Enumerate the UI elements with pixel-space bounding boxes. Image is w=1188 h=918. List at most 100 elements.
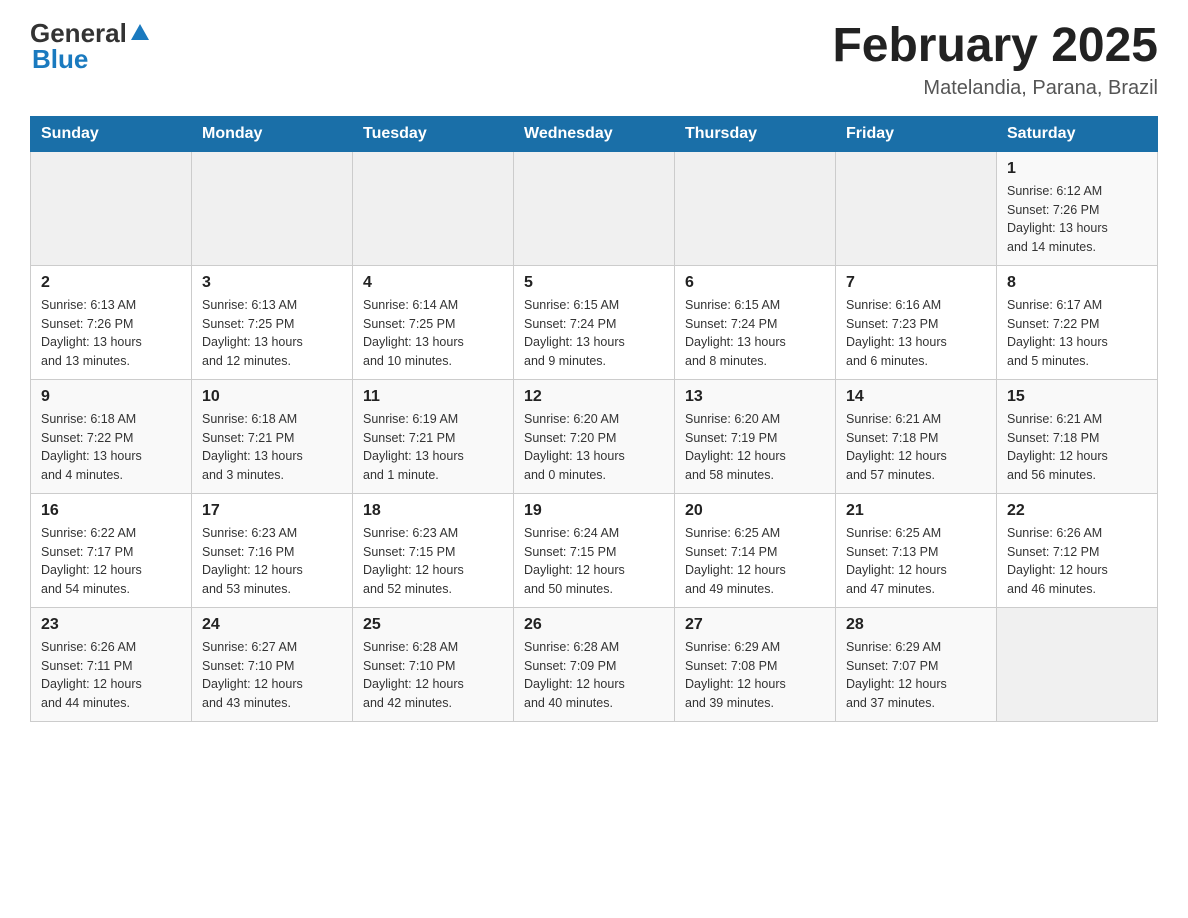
month-title: February 2025 <box>832 20 1158 73</box>
day-number: 14 <box>846 388 986 406</box>
day-number: 28 <box>846 616 986 634</box>
day-number: 21 <box>846 502 986 520</box>
day-info: Sunrise: 6:15 AM Sunset: 7:24 PM Dayligh… <box>685 296 825 371</box>
day-info: Sunrise: 6:13 AM Sunset: 7:25 PM Dayligh… <box>202 296 342 371</box>
day-number: 20 <box>685 502 825 520</box>
logo-triangle-icon <box>129 22 151 44</box>
calendar-cell <box>192 151 353 265</box>
day-info: Sunrise: 6:25 AM Sunset: 7:14 PM Dayligh… <box>685 524 825 599</box>
calendar-cell: 25 Sunrise: 6:28 AM Sunset: 7:10 PM Dayli… <box>353 607 514 721</box>
calendar-cell <box>31 151 192 265</box>
day-number: 6 <box>685 274 825 292</box>
day-info: Sunrise: 6:20 AM Sunset: 7:19 PM Dayligh… <box>685 410 825 485</box>
day-number: 13 <box>685 388 825 406</box>
header-tuesday: Tuesday <box>353 116 514 151</box>
header-sunday: Sunday <box>31 116 192 151</box>
logo-general-text: General <box>30 20 127 46</box>
calendar-cell <box>997 607 1158 721</box>
day-number: 18 <box>363 502 503 520</box>
day-number: 2 <box>41 274 181 292</box>
day-info: Sunrise: 6:18 AM Sunset: 7:22 PM Dayligh… <box>41 410 181 485</box>
calendar-week-row: 1 Sunrise: 6:12 AM Sunset: 7:26 PM Daylig… <box>31 151 1158 265</box>
calendar-cell: 26 Sunrise: 6:28 AM Sunset: 7:09 PM Dayli… <box>514 607 675 721</box>
calendar-cell: 22 Sunrise: 6:26 AM Sunset: 7:12 PM Dayli… <box>997 493 1158 607</box>
day-info: Sunrise: 6:23 AM Sunset: 7:16 PM Dayligh… <box>202 524 342 599</box>
calendar-cell: 3Sunrise: 6:13 AM Sunset: 7:25 PM Daylig… <box>192 265 353 379</box>
day-info: Sunrise: 6:18 AM Sunset: 7:21 PM Dayligh… <box>202 410 342 485</box>
header-monday: Monday <box>192 116 353 151</box>
calendar-cell: 19 Sunrise: 6:24 AM Sunset: 7:15 PM Dayli… <box>514 493 675 607</box>
logo-blue-text: Blue <box>32 46 88 72</box>
day-number: 4 <box>363 274 503 292</box>
day-number: 11 <box>363 388 503 406</box>
calendar-cell: 8 Sunrise: 6:17 AM Sunset: 7:22 PM Daylig… <box>997 265 1158 379</box>
day-number: 16 <box>41 502 181 520</box>
day-info: Sunrise: 6:27 AM Sunset: 7:10 PM Dayligh… <box>202 638 342 713</box>
day-number: 19 <box>524 502 664 520</box>
day-number: 27 <box>685 616 825 634</box>
day-info: Sunrise: 6:25 AM Sunset: 7:13 PM Dayligh… <box>846 524 986 599</box>
calendar-cell: 7 Sunrise: 6:16 AM Sunset: 7:23 PM Daylig… <box>836 265 997 379</box>
day-info: Sunrise: 6:20 AM Sunset: 7:20 PM Dayligh… <box>524 410 664 485</box>
logo: General Blue <box>30 20 153 72</box>
day-info: Sunrise: 6:14 AM Sunset: 7:25 PM Dayligh… <box>363 296 503 371</box>
calendar-cell: 11 Sunrise: 6:19 AM Sunset: 7:21 PM Dayli… <box>353 379 514 493</box>
calendar-cell <box>836 151 997 265</box>
day-number: 25 <box>363 616 503 634</box>
day-info: Sunrise: 6:29 AM Sunset: 7:08 PM Dayligh… <box>685 638 825 713</box>
day-number: 24 <box>202 616 342 634</box>
calendar-week-row: 16 Sunrise: 6:22 AM Sunset: 7:17 PM Dayli… <box>31 493 1158 607</box>
day-number: 10 <box>202 388 342 406</box>
day-number: 15 <box>1007 388 1147 406</box>
calendar-cell: 24 Sunrise: 6:27 AM Sunset: 7:10 PM Dayli… <box>192 607 353 721</box>
day-info: Sunrise: 6:28 AM Sunset: 7:10 PM Dayligh… <box>363 638 503 713</box>
calendar-cell: 9 Sunrise: 6:18 AM Sunset: 7:22 PM Daylig… <box>31 379 192 493</box>
calendar-cell: 16 Sunrise: 6:22 AM Sunset: 7:17 PM Dayli… <box>31 493 192 607</box>
calendar-cell: 4 Sunrise: 6:14 AM Sunset: 7:25 PM Daylig… <box>353 265 514 379</box>
day-info: Sunrise: 6:21 AM Sunset: 7:18 PM Dayligh… <box>1007 410 1147 485</box>
day-info: Sunrise: 6:22 AM Sunset: 7:17 PM Dayligh… <box>41 524 181 599</box>
day-number: 7 <box>846 274 986 292</box>
header-thursday: Thursday <box>675 116 836 151</box>
day-number: 12 <box>524 388 664 406</box>
day-info: Sunrise: 6:13 AM Sunset: 7:26 PM Dayligh… <box>41 296 181 371</box>
day-info: Sunrise: 6:19 AM Sunset: 7:21 PM Dayligh… <box>363 410 503 485</box>
header-wednesday: Wednesday <box>514 116 675 151</box>
header-friday: Friday <box>836 116 997 151</box>
day-info: Sunrise: 6:16 AM Sunset: 7:23 PM Dayligh… <box>846 296 986 371</box>
calendar-cell: 17 Sunrise: 6:23 AM Sunset: 7:16 PM Dayli… <box>192 493 353 607</box>
day-number: 8 <box>1007 274 1147 292</box>
location-text: Matelandia, Parana, Brazil <box>832 77 1158 100</box>
calendar-cell <box>514 151 675 265</box>
calendar-cell: 2 Sunrise: 6:13 AM Sunset: 7:26 PM Daylig… <box>31 265 192 379</box>
calendar-cell: 15 Sunrise: 6:21 AM Sunset: 7:18 PM Dayli… <box>997 379 1158 493</box>
day-info: Sunrise: 6:26 AM Sunset: 7:11 PM Dayligh… <box>41 638 181 713</box>
calendar-cell: 28 Sunrise: 6:29 AM Sunset: 7:07 PM Dayli… <box>836 607 997 721</box>
calendar-cell: 20 Sunrise: 6:25 AM Sunset: 7:14 PM Dayli… <box>675 493 836 607</box>
calendar-cell: 13 Sunrise: 6:20 AM Sunset: 7:19 PM Dayli… <box>675 379 836 493</box>
calendar-week-row: 9 Sunrise: 6:18 AM Sunset: 7:22 PM Daylig… <box>31 379 1158 493</box>
day-info: Sunrise: 6:28 AM Sunset: 7:09 PM Dayligh… <box>524 638 664 713</box>
day-info: Sunrise: 6:29 AM Sunset: 7:07 PM Dayligh… <box>846 638 986 713</box>
day-number: 1 <box>1007 160 1147 178</box>
day-info: Sunrise: 6:21 AM Sunset: 7:18 PM Dayligh… <box>846 410 986 485</box>
day-info: Sunrise: 6:26 AM Sunset: 7:12 PM Dayligh… <box>1007 524 1147 599</box>
header-saturday: Saturday <box>997 116 1158 151</box>
day-info: Sunrise: 6:24 AM Sunset: 7:15 PM Dayligh… <box>524 524 664 599</box>
calendar-cell: 18Sunrise: 6:23 AM Sunset: 7:15 PM Dayli… <box>353 493 514 607</box>
day-number: 5 <box>524 274 664 292</box>
day-info: Sunrise: 6:12 AM Sunset: 7:26 PM Dayligh… <box>1007 182 1147 257</box>
calendar-cell: 21 Sunrise: 6:25 AM Sunset: 7:13 PM Dayli… <box>836 493 997 607</box>
day-number: 22 <box>1007 502 1147 520</box>
calendar-cell: 27 Sunrise: 6:29 AM Sunset: 7:08 PM Dayli… <box>675 607 836 721</box>
title-block: February 2025 Matelandia, Parana, Brazil <box>832 20 1158 100</box>
calendar-cell: 5Sunrise: 6:15 AM Sunset: 7:24 PM Daylig… <box>514 265 675 379</box>
page-header: General Blue February 2025 Matelandia, P… <box>30 20 1158 100</box>
day-info: Sunrise: 6:17 AM Sunset: 7:22 PM Dayligh… <box>1007 296 1147 371</box>
calendar-cell <box>675 151 836 265</box>
day-number: 9 <box>41 388 181 406</box>
day-number: 17 <box>202 502 342 520</box>
calendar-cell: 6 Sunrise: 6:15 AM Sunset: 7:24 PM Daylig… <box>675 265 836 379</box>
day-number: 23 <box>41 616 181 634</box>
day-number: 26 <box>524 616 664 634</box>
